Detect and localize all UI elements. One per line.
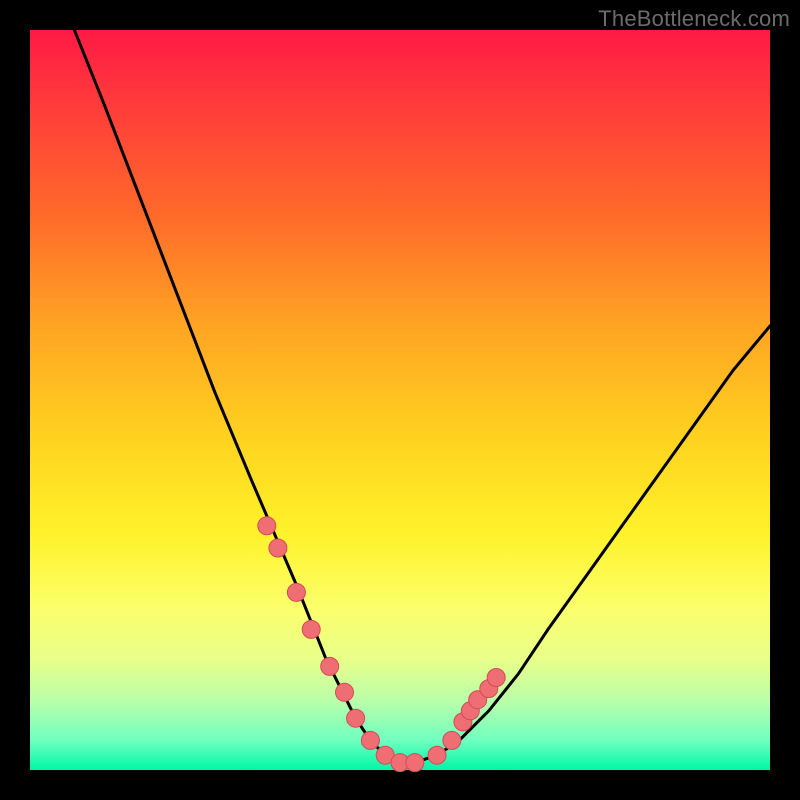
dot-marker: [361, 731, 379, 749]
dot-marker: [287, 583, 305, 601]
dot-marker: [336, 683, 354, 701]
chart-svg: [30, 30, 770, 770]
bottleneck-curve-path: [74, 30, 770, 763]
dot-marker: [487, 669, 505, 687]
chart-plot-area: [30, 30, 770, 770]
dot-marker: [406, 754, 424, 772]
dot-marker: [302, 620, 320, 638]
outer-frame: TheBottleneck.com: [0, 0, 800, 800]
watermark-text: TheBottleneck.com: [598, 6, 790, 32]
dot-marker: [428, 746, 446, 764]
dot-marker: [347, 709, 365, 727]
dot-marker: [443, 731, 461, 749]
dot-marker: [258, 517, 276, 535]
dot-marker: [321, 657, 339, 675]
dot-marker: [269, 539, 287, 557]
